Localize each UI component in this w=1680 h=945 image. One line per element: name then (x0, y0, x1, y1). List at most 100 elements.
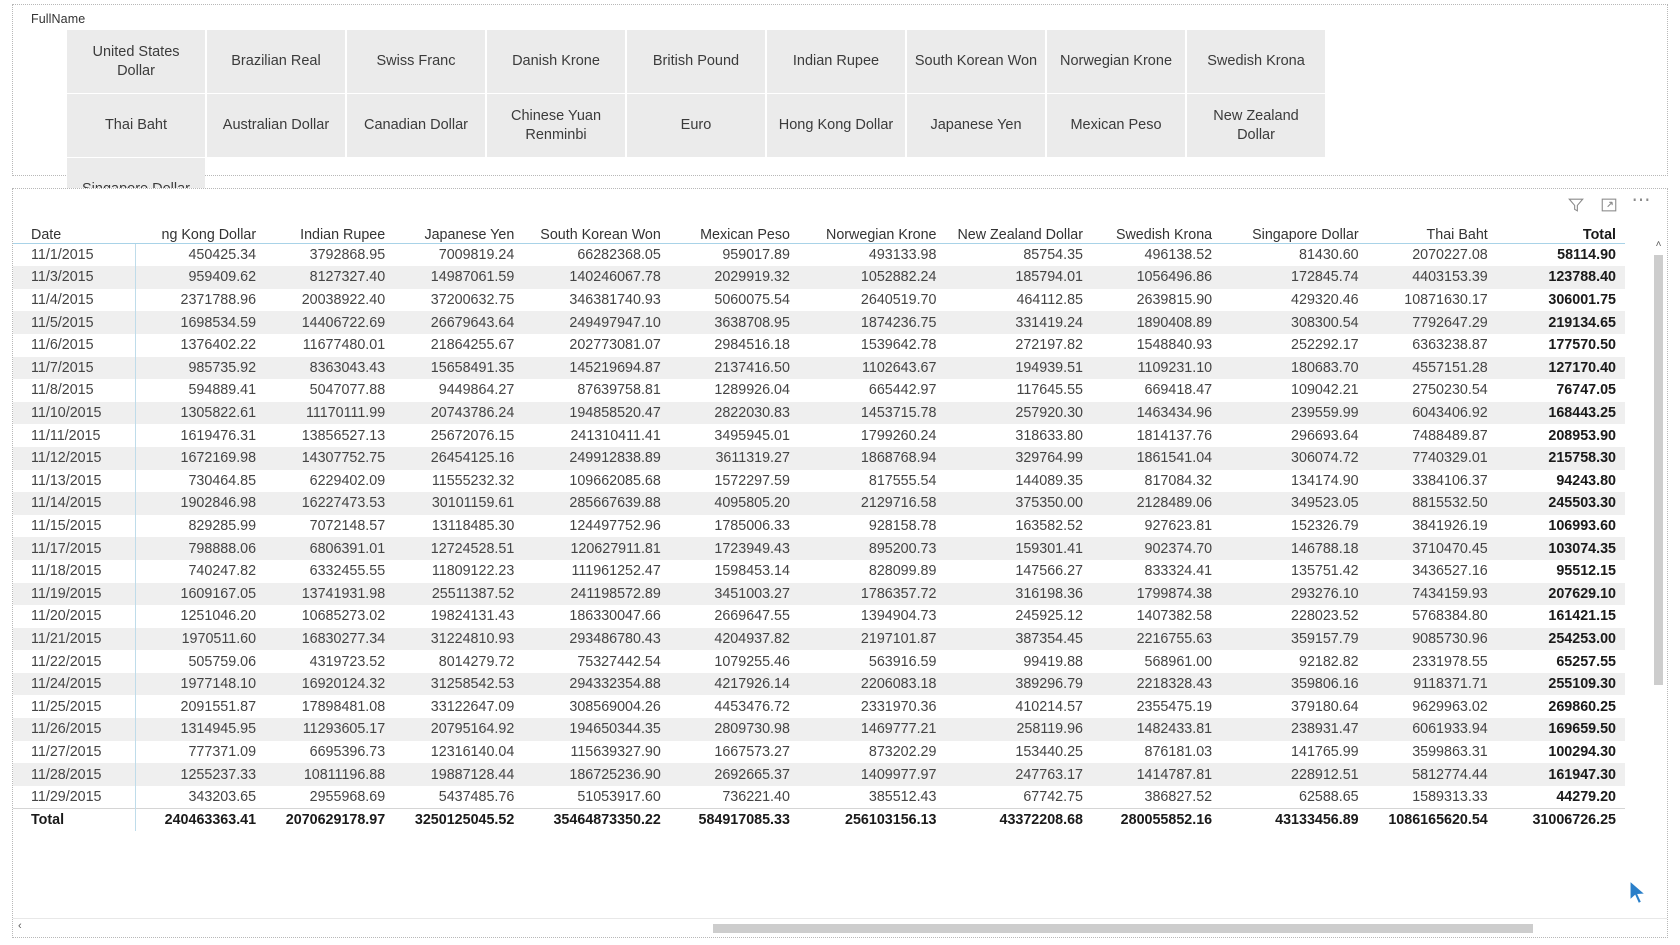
cell-value[interactable]: 85754.35 (945, 244, 1092, 267)
cell-date[interactable]: 11/12/2015 (13, 446, 137, 470)
cell-total[interactable]: 161421.15 (1497, 605, 1625, 628)
cell-value[interactable]: 1102643.67 (798, 356, 946, 380)
cell-value[interactable]: 346381740.93 (523, 289, 670, 312)
cell-date[interactable]: 11/29/2015 (13, 785, 137, 809)
cell-value[interactable]: 26454125.16 (394, 446, 524, 470)
cell-value[interactable]: 25672076.15 (394, 424, 523, 447)
cell-value[interactable]: 285667639.88 (523, 492, 670, 515)
cell-value[interactable]: 245925.12 (945, 605, 1092, 628)
column-header[interactable]: Date (13, 221, 136, 245)
cell-total[interactable]: 177570.50 (1497, 334, 1625, 357)
cell-total[interactable]: 127170.40 (1496, 356, 1625, 380)
cell-value[interactable]: 92182.82 (1221, 650, 1368, 673)
header-row[interactable]: Date ng Kong Dollar Indian Rupee Japanese Y… (13, 221, 1625, 245)
cell-value[interactable]: 4319723.52 (265, 650, 394, 673)
cell-value[interactable]: 2091551.87 (136, 695, 265, 718)
cell-value[interactable]: 241310411.41 (523, 424, 670, 447)
cell-value[interactable]: 5768384.80 (1368, 605, 1497, 628)
cell-value[interactable]: 258119.96 (945, 718, 1092, 741)
filter-icon[interactable] (1566, 196, 1585, 215)
cell-value[interactable]: 1305822.61 (135, 401, 266, 425)
cell-value[interactable]: 1056496.86 (1092, 266, 1222, 289)
table-row[interactable]: 11/25/2015 2091551.87 17898481.08 33122647.… (13, 695, 1625, 719)
cell-value[interactable]: 308569004.26 (523, 695, 670, 718)
cell-value[interactable]: 9629963.02 (1368, 695, 1497, 718)
table-row[interactable]: 11/20/2015 1251046.20 10685273.02 19824131.… (13, 605, 1625, 628)
cell-value[interactable]: 147566.27 (945, 560, 1092, 583)
cell-value[interactable]: 87639758.81 (523, 379, 670, 402)
cell-value[interactable]: 959017.89 (670, 244, 799, 267)
table-row[interactable]: 11/21/2015 1970511.60 16830277.34 31224810.… (13, 627, 1625, 651)
cell-value[interactable]: 343203.65 (136, 786, 265, 809)
cell-value[interactable]: 75327442.54 (523, 650, 670, 673)
cell-value[interactable]: 1109231.10 (1092, 356, 1222, 380)
cell-value[interactable]: 873202.29 (799, 741, 946, 764)
cell-value[interactable]: 15658491.35 (394, 356, 524, 380)
fullname-slicer-visual[interactable]: FullName United States Dollar Brazilian R… (12, 4, 1668, 221)
cell-value[interactable]: 109662085.68 (523, 470, 670, 493)
cell-value[interactable]: 386827.52 (1092, 786, 1221, 809)
horizontal-scroll-thumb[interactable] (713, 924, 1533, 933)
cell-value[interactable]: 159301.41 (945, 537, 1092, 560)
cell-date[interactable]: 11/22/2015 (13, 650, 137, 673)
cell-value[interactable]: 1376402.22 (136, 334, 265, 357)
cell-value[interactable]: 1723949.43 (669, 537, 799, 560)
cell-value[interactable]: 135751.42 (1221, 560, 1368, 583)
cell-value[interactable]: 8815532.50 (1367, 492, 1497, 515)
cell-value[interactable]: 2669647.55 (670, 605, 799, 628)
cell-value[interactable]: 13118485.30 (394, 515, 523, 538)
cell-value[interactable]: 124497752.96 (523, 515, 670, 538)
cell-value[interactable]: 902374.70 (1092, 537, 1222, 560)
cell-value[interactable]: 4453476.72 (670, 695, 799, 718)
cell-value[interactable]: 1598453.14 (670, 560, 799, 583)
cell-value[interactable]: 410214.57 (945, 695, 1092, 718)
cell-date[interactable]: 11/10/2015 (13, 401, 137, 425)
cell-value[interactable]: 1463434.96 (1092, 401, 1222, 425)
cell-value[interactable]: 296693.64 (1221, 424, 1368, 447)
cell-value[interactable]: 3841926.19 (1368, 515, 1497, 538)
slicer-item[interactable]: Brazilian Real (207, 30, 345, 93)
cell-date[interactable]: 11/15/2015 (13, 514, 137, 538)
cell-total[interactable]: 58114.90 (1497, 244, 1625, 267)
cell-value[interactable]: 186725236.90 (523, 763, 670, 786)
cell-value[interactable]: 16830277.34 (265, 627, 395, 651)
cell-total[interactable]: 94243.80 (1497, 470, 1625, 493)
cell-value[interactable]: 5812774.44 (1367, 763, 1497, 786)
cell-value[interactable]: 2355475.19 (1092, 695, 1221, 718)
column-header[interactable]: Norwegian Krone (798, 221, 946, 245)
table-row[interactable]: 11/6/2015 1376402.22 11677480.01 21864255.6… (13, 333, 1625, 357)
column-header[interactable]: Indian Rupee (265, 221, 395, 245)
cell-value[interactable]: 1548840.93 (1092, 334, 1221, 357)
cell-value[interactable]: 6363238.87 (1368, 334, 1497, 357)
table-grid-scroll-area[interactable]: Date ng Kong Dollar Indian Rupee Japanese Y… (13, 221, 1667, 918)
column-header[interactable]: Swedish Krona (1092, 221, 1222, 245)
cell-value[interactable]: 228023.52 (1221, 605, 1368, 628)
cell-value[interactable]: 379180.64 (1221, 695, 1368, 718)
cell-value[interactable]: 385512.43 (799, 786, 946, 809)
cell-value[interactable]: 13741931.98 (265, 582, 395, 606)
cell-value[interactable]: 120627911.81 (523, 537, 670, 560)
cell-value[interactable]: 450425.34 (136, 244, 265, 267)
cell-value[interactable]: 239559.99 (1221, 401, 1368, 425)
cell-value[interactable]: 493133.98 (799, 244, 946, 267)
cell-value[interactable]: 2070227.08 (1368, 244, 1497, 267)
cell-value[interactable]: 62588.65 (1221, 786, 1368, 809)
cell-value[interactable]: 829285.99 (136, 515, 265, 538)
cell-date[interactable]: 11/21/2015 (13, 627, 137, 651)
cell-value[interactable]: 12316140.04 (394, 741, 523, 764)
table-row[interactable]: 11/27/2015 777371.09 6695396.73 12316140.04… (13, 740, 1625, 764)
cell-date[interactable]: 11/8/2015 (13, 379, 137, 402)
cell-value[interactable]: 31224810.93 (394, 627, 524, 651)
cell-value[interactable]: 3792868.95 (265, 244, 394, 267)
cell-value[interactable]: 798888.06 (135, 537, 266, 560)
cell-value[interactable]: 2128489.06 (1092, 492, 1222, 515)
cell-value[interactable]: 1609167.05 (135, 582, 266, 606)
cell-value[interactable]: 4403153.39 (1367, 266, 1497, 289)
cell-value[interactable]: 81430.60 (1221, 244, 1368, 267)
cell-value[interactable]: 985735.92 (135, 356, 266, 380)
cell-value[interactable]: 272197.82 (945, 334, 1092, 357)
cell-value[interactable]: 3638708.95 (669, 311, 799, 334)
cell-value[interactable]: 115639327.90 (523, 741, 670, 764)
cell-value[interactable]: 31258542.53 (394, 672, 524, 696)
cell-date[interactable]: 11/28/2015 (13, 763, 137, 786)
